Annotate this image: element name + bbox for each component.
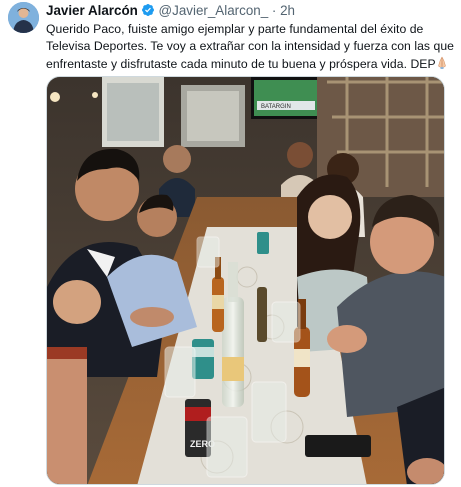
header-separator: ·: [271, 3, 277, 18]
avatar[interactable]: [8, 2, 39, 33]
author-handle[interactable]: @Javier_Alarcon_: [159, 3, 269, 18]
tweet-card: Javier Alarcón @Javier_Alarcon_ · 2h Que…: [0, 0, 461, 487]
tweet-text-line: enfrentaste y disfrutaste cada minuto de…: [46, 56, 458, 73]
tweet-text-line: Televisa Deportes. Te voy a extrañar con…: [46, 39, 454, 54]
user-avatar-icon: [8, 2, 39, 33]
tweet-media[interactable]: ZERO BATARGIN: [46, 76, 445, 485]
tv-caption: BATARGIN: [261, 104, 291, 110]
tweet-header: Javier Alarcón @Javier_Alarcon_ · 2h: [46, 3, 453, 19]
tweet-text-line: Querido Paco, fuiste amigo ejemplar y pa…: [46, 22, 424, 36]
praying-hands-icon: [436, 56, 447, 69]
tweet-timestamp[interactable]: 2h: [280, 3, 295, 18]
tweet-text-line-content: enfrentaste y disfrutaste cada minuto de…: [46, 56, 436, 71]
verified-badge-icon: [141, 3, 155, 20]
group-dinner-photo: ZERO BATARGIN: [47, 77, 444, 484]
tweet-text: Querido Paco, fuiste amigo ejemplar y pa…: [46, 21, 458, 73]
author-name[interactable]: Javier Alarcón: [46, 3, 138, 18]
